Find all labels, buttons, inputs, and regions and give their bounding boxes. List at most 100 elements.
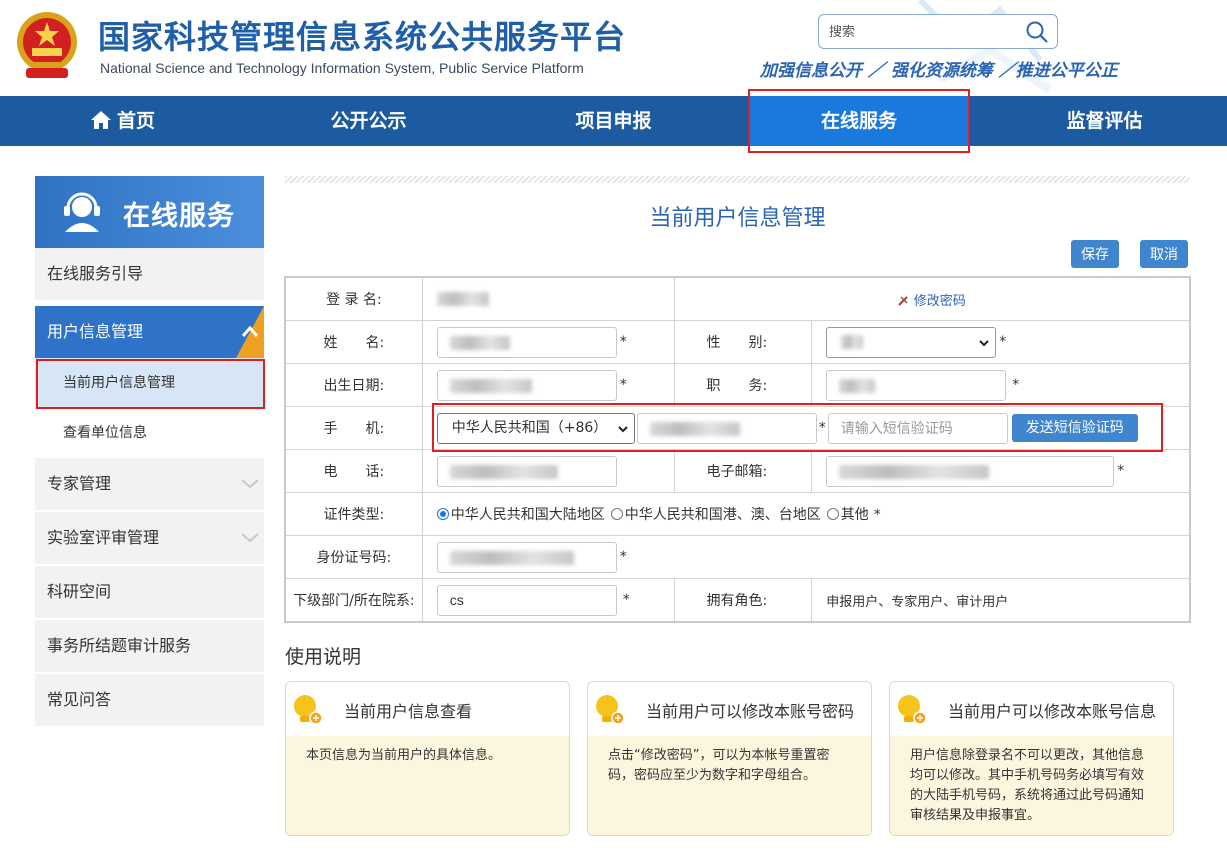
sidebar-item-lab-review[interactable]: 实验室评审管理 [35,512,264,564]
sidebar-subitem-current-user[interactable]: 当前用户信息管理 [35,358,264,408]
page-title: 当前用户信息管理 [649,206,826,231]
search-icon[interactable] [1025,20,1049,44]
usage-card: 当前用户可以修改本账号信息 用户信息除登录名不可以更改，其他信息均可以修改。其中… [889,681,1174,836]
department-label: 下级部门/所在院系: [285,578,423,622]
id-number-input[interactable] [436,541,617,573]
lightbulb-icon [294,695,323,725]
nav-supervision-evaluation-label: 监督评估 [1066,110,1143,132]
card-body: 本页信息为当前用户的具体信息。 [286,736,569,835]
roles-label: 拥有角色: [673,578,813,622]
slogan: 加强信息公开 ／ 强化资源统筹 ／推进公平公正 [760,61,1118,81]
id-number-row: * [421,535,1191,579]
sidebar-item-user-info[interactable]: 用户信息管理 [35,306,264,358]
id-type-radio-other[interactable] [826,508,839,520]
sidebar-item-faq[interactable]: 常见问答 [35,674,264,726]
mobile-row: 中华人民共和国（+86） * 请输入短信验证码 发送短信验证码 [421,406,1191,450]
phone-label: 电 话: [285,449,423,493]
nav-supervision-evaluation[interactable]: 监督评估 [982,96,1227,146]
nav-public-notice[interactable]: 公开公示 [246,96,491,146]
user-info-form: 登 录 名: 修改密码 姓 名: * 性 别: * 出生日期: * 职 务: *… [284,276,1191,623]
nav-online-service[interactable]: 在线服务 [750,96,968,146]
nav-home-label: 首页 [116,110,155,132]
sidebar: 在线服务 在线服务引导 用户信息管理 当前用户信息管理 查看单位信息 专家管理 … [35,176,264,726]
required-mark: * [999,334,1007,350]
redacted-phone [449,464,558,479]
search-input[interactable] [820,16,1020,47]
phone-input[interactable] [436,455,617,487]
save-button[interactable]: 保存 [1071,240,1119,268]
chevron-down-icon [618,425,628,432]
card-body: 用户信息除登录名不可以更改，其他信息均可以修改。其中手机号码务必填写有效的大陆手… [890,736,1173,835]
required-mark: * [619,549,627,565]
birth-date-label: 出生日期: [285,363,423,407]
id-type-option-label: 中华人民共和国港、澳、台地区 [624,507,821,523]
site-header: 国家科技管理信息系统公共服务平台 National Science and Te… [0,0,1227,96]
redacted-id-number [449,550,574,565]
change-password-cell: 修改密码 [673,277,1190,321]
gender-select[interactable] [826,326,997,358]
lightbulb-icon [898,695,927,725]
chevron-up-icon [241,325,259,337]
sidebar-header-title: 在线服务 [123,201,235,232]
redacted-position [839,378,876,393]
sidebar-item-service-guide[interactable]: 在线服务引导 [35,248,264,300]
site-subtitle: National Science and Technology Informat… [100,60,584,76]
nav-project-application[interactable]: 项目申报 [491,96,736,146]
usage-card: 当前用户可以修改本账号密码 点击“修改密码”，可以为本帐号重置密码，密码应至少为… [587,681,872,836]
card-title: 当前用户可以修改本账号密码 [646,702,855,721]
redacted-mobile-number [649,421,740,436]
id-number-label: 身份证号码: [285,535,423,579]
site-title: 国家科技管理信息系统公共服务平台 [98,18,627,56]
id-type-radio-hk-mo-tw[interactable] [610,508,623,520]
sms-code-input[interactable]: 请输入短信验证码 [827,412,1008,444]
nav-home[interactable]: 首页 [0,96,246,146]
home-icon [90,111,111,129]
sidebar-item-audit-service[interactable]: 事务所结题审计服务 [35,620,264,672]
sidebar-subitem-label: 查看单位信息 [63,425,147,441]
sidebar-item-label: 科研空间 [47,582,112,601]
title-stripe [285,176,1190,183]
sidebar-header: 在线服务 [35,176,264,248]
sidebar-item-research-space[interactable]: 科研空间 [35,566,264,618]
change-password-link[interactable]: 修改密码 [898,294,966,309]
customer-service-icon [64,192,100,232]
card-title: 当前用户信息查看 [344,702,473,721]
required-mark: * [873,507,881,523]
required-mark: * [1012,377,1020,393]
sidebar-item-expert-management[interactable]: 专家管理 [35,458,264,510]
nav-project-application-label: 项目申报 [575,110,652,132]
redacted-login-name [436,292,489,306]
id-type-radio-mainland[interactable] [436,508,449,520]
change-password-label: 修改密码 [913,293,966,309]
cancel-button[interactable]: 取消 [1140,240,1188,268]
mobile-label: 手 机: [285,406,423,450]
nav-online-service-label: 在线服务 [820,110,897,132]
redacted-gender [841,334,864,349]
sidebar-item-label: 用户信息管理 [47,322,144,341]
chevron-down-icon [241,533,259,543]
national-emblem-icon [17,12,77,78]
id-type-label: 证件类型: [285,492,423,536]
gender-label: 性 别: [673,320,813,364]
mobile-number-input[interactable] [636,412,817,444]
card-header: 当前用户信息查看 [286,682,569,736]
id-type-options: 中华人民共和国大陆地区 中华人民共和国港、澳、台地区 其他 * [421,492,1191,536]
sidebar-subitem-label: 当前用户信息管理 [63,375,175,391]
department-input[interactable]: cs [436,584,617,616]
required-mark: * [619,377,627,393]
card-title: 当前用户可以修改本账号信息 [948,702,1157,721]
required-mark: * [619,334,627,350]
sidebar-subitem-unit-info[interactable]: 查看单位信息 [35,408,264,458]
email-input[interactable] [826,455,1115,487]
position-input[interactable] [826,369,1007,401]
country-code-select[interactable]: 中华人民共和国（+86） [436,412,635,444]
edit-key-icon [898,295,908,306]
send-sms-code-button[interactable]: 发送短信验证码 [1011,414,1138,442]
name-input[interactable] [436,326,617,358]
redacted-name [449,335,510,350]
birth-date-input[interactable] [436,369,617,401]
sidebar-item-label: 专家管理 [47,474,112,493]
search-box [818,14,1058,49]
card-header: 当前用户可以修改本账号信息 [890,682,1173,736]
sidebar-item-label: 实验室评审管理 [47,528,160,547]
